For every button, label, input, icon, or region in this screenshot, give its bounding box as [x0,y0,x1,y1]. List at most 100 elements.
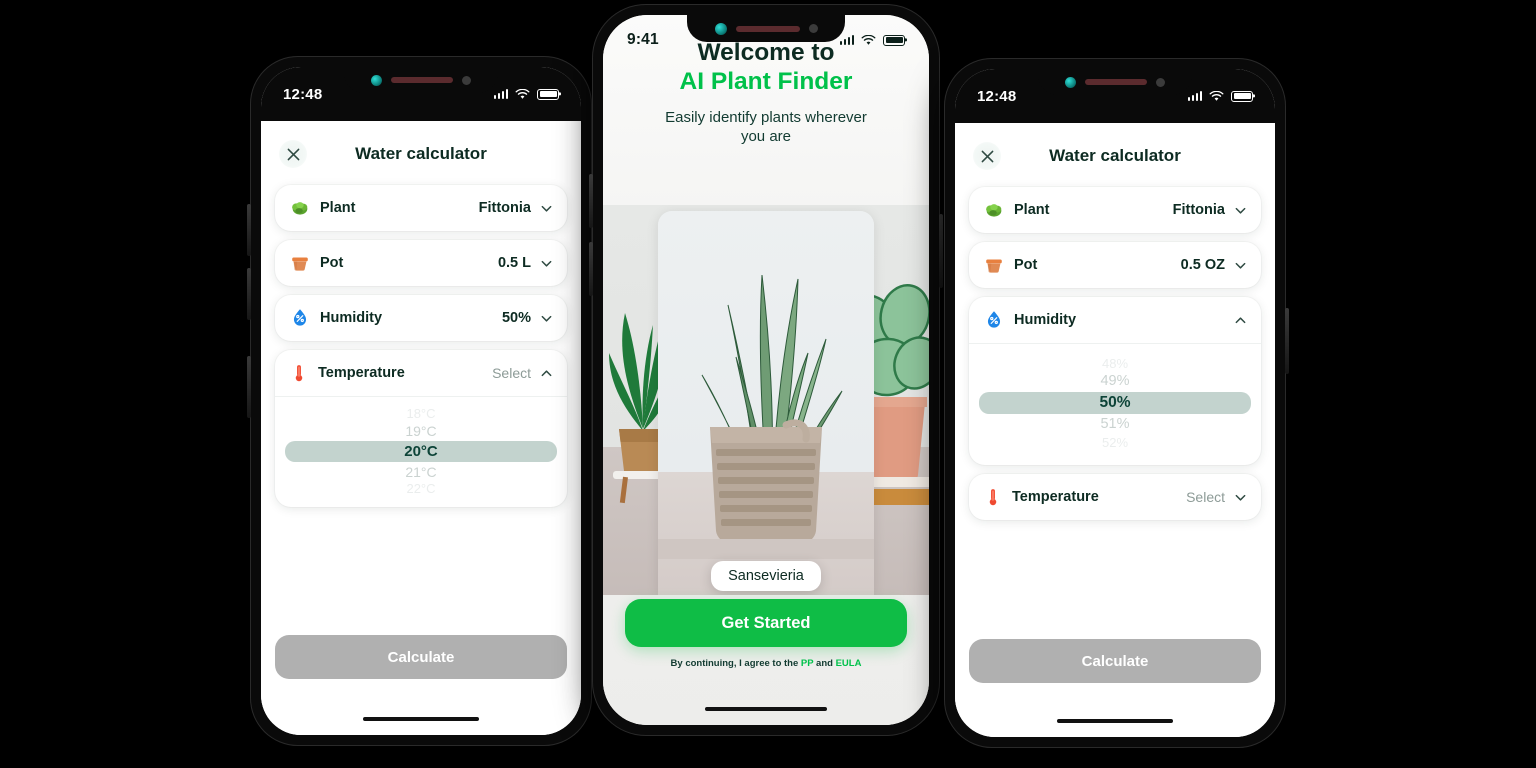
chevron-up-icon[interactable] [540,367,553,380]
legal-prefix: By continuing, I agree to the [670,658,801,669]
page-title: Water calculator [1049,146,1181,165]
volume-down-button[interactable] [589,242,593,296]
signal-icon [493,89,508,99]
volume-up-button[interactable] [247,204,251,256]
hero-card [658,211,874,595]
onboarding-screen: 9:41 Welcome to AI Plant Finder Easily i… [603,15,929,725]
row-pot[interactable]: Pot 0.5 OZ [969,242,1261,288]
page-title: Water calculator [355,144,487,163]
row-pot-value: 0.5 L [497,255,531,271]
chevron-down-icon[interactable] [1234,259,1247,272]
picker-option[interactable]: 18°C [285,406,557,422]
chevron-up-icon[interactable] [1234,314,1247,327]
row-temperature[interactable]: Temperature Select [275,350,567,396]
row-humidity-label: Humidity [320,310,383,326]
sheet-header-right: Water calculator [955,125,1275,187]
front-camera-icon [714,22,727,35]
wifi-icon [515,88,530,99]
welcome-subtitle: Easily identify plants wherever you are [665,108,867,146]
legal-middle: and [813,658,836,669]
row-humidity[interactable]: Humidity 50% [275,295,567,341]
power-button[interactable] [1285,308,1289,374]
chevron-down-icon[interactable] [540,202,553,215]
row-plant[interactable]: Plant Fittonia [275,185,567,231]
welcome-title-line2: AI Plant Finder [679,68,853,96]
plant-icon [983,199,1005,221]
temperature-icon [289,363,309,383]
power-button[interactable] [247,356,251,418]
power-button[interactable] [939,214,943,288]
picker-option[interactable]: 48% [979,355,1251,372]
earpiece-speaker [1085,79,1147,85]
signal-icon [1187,91,1202,101]
wifi-icon [861,34,876,45]
picker-option[interactable]: 51% [979,415,1251,434]
sheet-header-left: Water calculator [261,123,581,185]
status-icons [1187,90,1253,102]
hero-image-area: Sansevieria [603,205,929,595]
picker-option-selected[interactable]: 50% [979,392,1251,414]
humidity-icon [983,309,1005,331]
phone-right: 12:48 Water calculator Plant Fittonia Po… [944,58,1289,748]
row-pot[interactable]: Pot 0.5 L [275,240,567,286]
row-pot-value: 0.5 OZ [1180,257,1225,273]
row-temperature-value: Select [1186,489,1225,505]
status-icons [839,34,905,46]
proximity-sensor-icon [1156,77,1165,87]
row-temperature[interactable]: Temperature Select [969,474,1261,520]
status-time: 12:48 [977,87,1017,105]
battery-icon [537,88,559,100]
calculate-button[interactable]: Calculate [275,635,567,679]
pot-icon [983,254,1005,276]
humidity-picker[interactable]: 48% 49% 50% 51% 52% [969,344,1261,465]
row-plant[interactable]: Plant Fittonia [969,187,1261,233]
chevron-down-icon[interactable] [540,312,553,325]
row-plant-value: Fittonia [1172,202,1225,218]
phone-screen-center: 9:41 Welcome to AI Plant Finder Easily i… [603,15,929,725]
screenshot-canvas: 12:48 Water calculator Plant Fittonia Po… [0,0,1536,768]
chevron-down-icon[interactable] [1234,491,1247,504]
plant-name-card: Sansevieria [711,561,821,591]
row-temperature-label: Temperature [318,365,405,381]
notch-center [687,15,845,42]
picker-option[interactable]: 52% [979,434,1251,451]
picker-option[interactable]: 49% [979,372,1251,391]
home-indicator [705,707,827,711]
phone-left: 12:48 Water calculator Plant Fittonia Po… [247,56,592,746]
row-plant-label: Plant [1014,202,1050,218]
temperature-picker[interactable]: 18°C 19°C 20°C 21°C 22°C [275,397,567,507]
home-indicator [1057,719,1173,723]
home-indicator [363,717,479,721]
volume-down-button[interactable] [247,268,251,320]
notch-left [344,67,498,93]
picker-option[interactable]: 21°C [285,463,557,481]
phone-screen-left: 12:48 Water calculator Plant Fittonia Po… [261,67,581,735]
row-plant-value: Fittonia [478,200,531,216]
row-plant-label: Plant [320,200,356,216]
row-humidity-label: Humidity [1014,312,1077,328]
chevron-down-icon[interactable] [1234,204,1247,217]
proximity-sensor-icon [808,24,818,33]
row-pot-label: Pot [1014,257,1038,273]
plant-icon [289,197,311,219]
signal-icon [839,35,854,45]
row-humidity[interactable]: Humidity [969,297,1261,343]
front-camera-icon [371,74,382,86]
row-pot-label: Pot [320,255,344,271]
picker-option[interactable]: 19°C [285,422,557,440]
picker-option-selected[interactable]: 20°C [285,441,557,462]
privacy-policy-link[interactable]: PP [801,658,814,669]
picker-option[interactable]: 22°C [285,481,557,497]
wifi-icon [1209,90,1224,101]
volume-up-button[interactable] [589,174,593,228]
basket-illustration [658,419,874,559]
chevron-down-icon[interactable] [540,257,553,270]
get-started-button[interactable]: Get Started [625,599,907,647]
row-list-right: Plant Fittonia Pot 0.5 OZ Humidity 48% 4… [955,187,1275,520]
earpiece-speaker [391,77,453,83]
status-icons [493,88,559,100]
calculate-button[interactable]: Calculate [969,639,1261,683]
eula-link[interactable]: EULA [836,658,862,669]
status-time: 12:48 [283,85,323,103]
humidity-icon [289,307,311,329]
